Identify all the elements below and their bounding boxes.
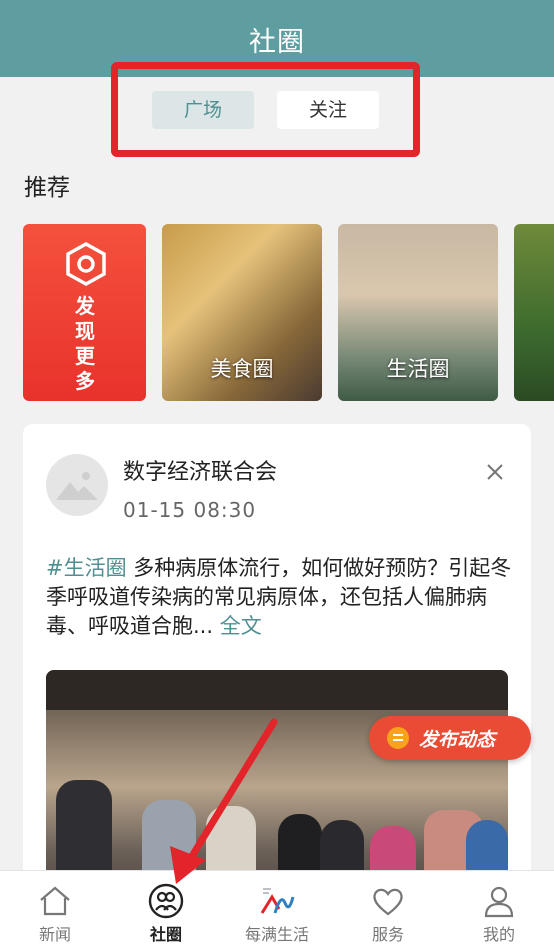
tab-mine-label: 我的 xyxy=(482,925,515,944)
community-icon xyxy=(148,883,184,919)
tabs-highlight-box xyxy=(111,62,420,157)
page-title: 社圈 xyxy=(249,27,305,58)
circle-card-food[interactable]: 美食圈 xyxy=(162,224,322,401)
person-icon xyxy=(484,886,514,918)
post-tag-link[interactable]: #生活圈 xyxy=(46,556,127,580)
hexagon-target-icon xyxy=(66,242,106,286)
home-icon xyxy=(40,886,70,916)
circle-card-row: 发现更多 美食圈 生活圈 xyxy=(0,224,554,402)
tab-meiman-life[interactable]: 每满生活 xyxy=(222,871,332,944)
close-icon[interactable] xyxy=(483,460,507,484)
tab-community[interactable]: 社圈 xyxy=(111,871,221,944)
discover-more-label: 发现更多 xyxy=(75,294,95,393)
circle-card-life[interactable]: 生活圈 xyxy=(338,224,498,401)
post-author[interactable]: 数字经济联合会 xyxy=(123,454,277,486)
brand-logo-icon xyxy=(260,888,295,914)
post-content: #生活圈 多种病原体流行，如何做好预防？引起冬季呼吸道传染病的常见病原体，还包括… xyxy=(46,554,516,641)
tab-meiman-life-label: 每满生活 xyxy=(244,925,309,944)
post-card[interactable]: 数字经济联合会 01-15 08:30 #生活圈 多种病原体流行，如何做好预防？… xyxy=(23,424,531,944)
tab-news-label: 新闻 xyxy=(38,925,71,944)
circle-card-partial[interactable] xyxy=(514,224,554,401)
circle-card-life-label: 生活圈 xyxy=(386,357,450,381)
tab-mine[interactable]: 我的 xyxy=(444,871,554,944)
heart-icon xyxy=(373,888,403,916)
publish-post-button[interactable]: 发布动态 xyxy=(369,716,531,760)
publish-post-label: 发布动态 xyxy=(419,729,496,751)
circle-card-food-label: 美食圈 xyxy=(210,357,274,381)
post-time: 01-15 08:30 xyxy=(123,498,257,522)
photo-roof-shape xyxy=(46,670,508,710)
bottom-tab-bar: 新闻 社圈 每满生活 服务 我的 xyxy=(0,870,554,944)
image-placeholder-icon xyxy=(56,472,98,500)
tab-services-label: 服务 xyxy=(371,925,404,944)
tab-news[interactable]: 新闻 xyxy=(0,871,110,944)
tab-services[interactable]: 服务 xyxy=(333,871,443,944)
section-title-recommend: 推荐 xyxy=(24,175,70,201)
discover-more-card[interactable]: 发现更多 xyxy=(23,224,146,401)
compose-icon xyxy=(387,727,409,749)
read-more-link[interactable]: 全文 xyxy=(213,614,262,638)
tab-community-label: 社圈 xyxy=(149,925,182,944)
avatar[interactable] xyxy=(46,454,108,516)
